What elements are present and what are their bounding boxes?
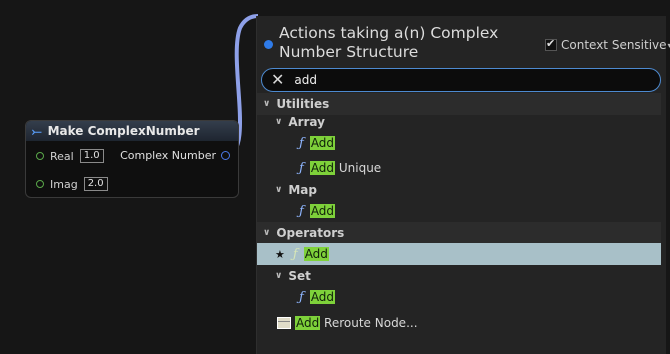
function-icon: ƒ (299, 289, 304, 305)
chevron-down-icon[interactable]: ∨ (275, 185, 282, 195)
action-item-array-add-unique[interactable]: ƒ Add Unique (257, 157, 661, 179)
real-pin-label: Real (50, 149, 74, 163)
category-label: Array (288, 115, 325, 129)
imag-value-field[interactable]: 2.0 (83, 177, 108, 191)
match-highlight: Add (295, 316, 321, 330)
item-label: Unique (335, 161, 382, 175)
function-icon: ƒ (299, 203, 304, 219)
category-operators[interactable]: ∨ Operators (257, 222, 661, 244)
function-icon: ƒ (292, 246, 298, 262)
category-label: Set (288, 269, 311, 283)
real-pin-row[interactable]: Real 1.0 (36, 149, 104, 163)
struct-pin-icon[interactable] (221, 151, 230, 160)
make-struct-icon: ⤚ (32, 123, 42, 138)
function-icon: ƒ (299, 135, 304, 151)
match-highlight: Add (309, 136, 336, 150)
category-set[interactable]: ∨ Set (257, 265, 661, 287)
action-item-set-add[interactable]: ƒ Add (257, 286, 661, 308)
match-highlight: Add (303, 247, 329, 261)
complex-number-output-pin[interactable]: Complex Number (120, 149, 230, 162)
search-input[interactable] (294, 73, 595, 87)
clear-search-icon[interactable]: ✕ (271, 72, 284, 88)
make-complexnumber-node[interactable]: ⤚ Make ComplexNumber Real 1.0 Imag 2.0 C… (25, 120, 239, 198)
function-icon: ƒ (299, 160, 304, 176)
real-pin-icon[interactable] (36, 152, 44, 160)
action-item-map-add[interactable]: ƒ Add (257, 200, 661, 222)
favorite-star-icon[interactable]: ★ (275, 248, 285, 261)
chevron-down-icon[interactable]: ∨ (275, 271, 282, 281)
node-header[interactable]: ⤚ Make ComplexNumber (26, 121, 238, 141)
imag-pin-label: Imag (50, 177, 78, 191)
action-menu-title: Actions taking a(n) Complex Number Struc… (279, 24, 499, 61)
imag-pin-icon[interactable] (36, 180, 44, 188)
imag-pin-row[interactable]: Imag 2.0 (36, 177, 108, 191)
struct-type-icon (264, 40, 273, 49)
action-menu-panel: Actions taking a(n) Complex Number Struc… (256, 16, 670, 354)
context-sensitive-toggle[interactable]: Context Sensitive ▾ (545, 37, 670, 52)
match-highlight: Add (309, 290, 336, 304)
category-label: Utilities (276, 97, 330, 111)
match-highlight: Add (309, 161, 336, 175)
output-pin-label: Complex Number (120, 149, 216, 162)
context-sensitive-checkbox[interactable] (545, 37, 557, 51)
category-label: Operators (276, 226, 345, 240)
node-title: Make ComplexNumber (47, 124, 200, 138)
chevron-down-icon[interactable]: ∨ (263, 99, 270, 109)
chevron-down-icon[interactable]: ∨ (275, 117, 282, 127)
real-value-field[interactable]: 1.0 (79, 149, 104, 163)
category-array[interactable]: ∨ Array (257, 111, 661, 133)
match-highlight: Add (309, 204, 336, 218)
search-box[interactable]: ✕ (261, 68, 661, 92)
action-item-array-add[interactable]: ƒ Add (257, 132, 661, 154)
chevron-down-icon[interactable]: ∨ (263, 228, 270, 238)
item-label: Reroute Node... (320, 316, 418, 330)
reroute-node-icon (277, 317, 291, 329)
action-item-operators-add[interactable]: ★ ƒ Add (257, 243, 661, 265)
context-sensitive-label: Context Sensitive (561, 38, 667, 52)
category-map[interactable]: ∨ Map (257, 179, 661, 201)
action-item-add-reroute-node[interactable]: Add Reroute Node... (257, 312, 661, 334)
category-label: Map (288, 183, 317, 197)
